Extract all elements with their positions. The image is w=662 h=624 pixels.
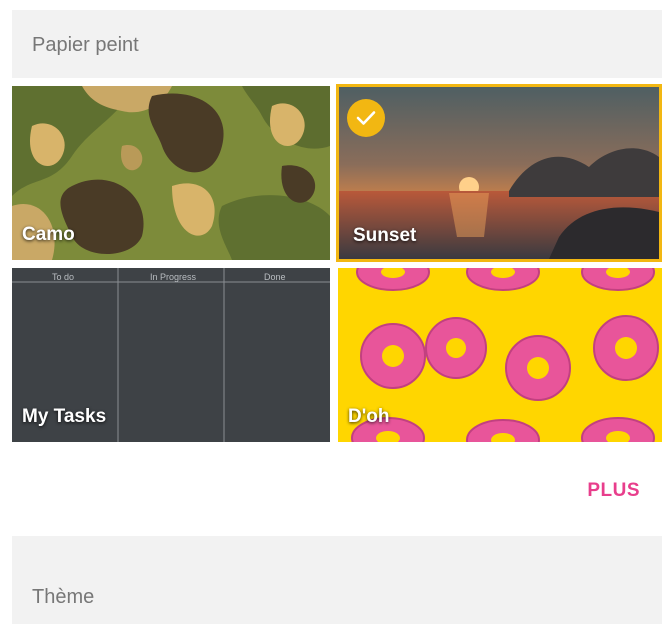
tile-label-my-tasks: My Tasks: [22, 406, 107, 427]
theme-section-header[interactable]: Thème: [12, 536, 662, 624]
tile-label-doh: D'oh: [348, 406, 390, 427]
selected-check-badge: [347, 99, 385, 137]
task-column-todo: To do: [52, 272, 75, 282]
task-column-in-progress: In Progress: [150, 272, 197, 282]
wallpaper-section-header: Papier peint: [12, 10, 662, 78]
more-button[interactable]: PLUS: [587, 480, 640, 502]
task-column-done: Done: [264, 272, 286, 282]
tile-label-camo: Camo: [22, 224, 75, 245]
check-icon: [356, 111, 376, 125]
wallpaper-tile-camo[interactable]: Camo: [12, 86, 330, 260]
wallpaper-tile-sunset[interactable]: Sunset: [336, 84, 662, 262]
wallpaper-section-title: Papier peint: [32, 34, 139, 56]
wallpaper-tile-my-tasks[interactable]: To do In Progress Done My Tasks: [12, 268, 330, 442]
tile-label-sunset: Sunset: [353, 225, 417, 246]
theme-section-title: Thème: [32, 586, 95, 608]
wallpaper-tile-doh[interactable]: D'oh: [338, 268, 662, 442]
